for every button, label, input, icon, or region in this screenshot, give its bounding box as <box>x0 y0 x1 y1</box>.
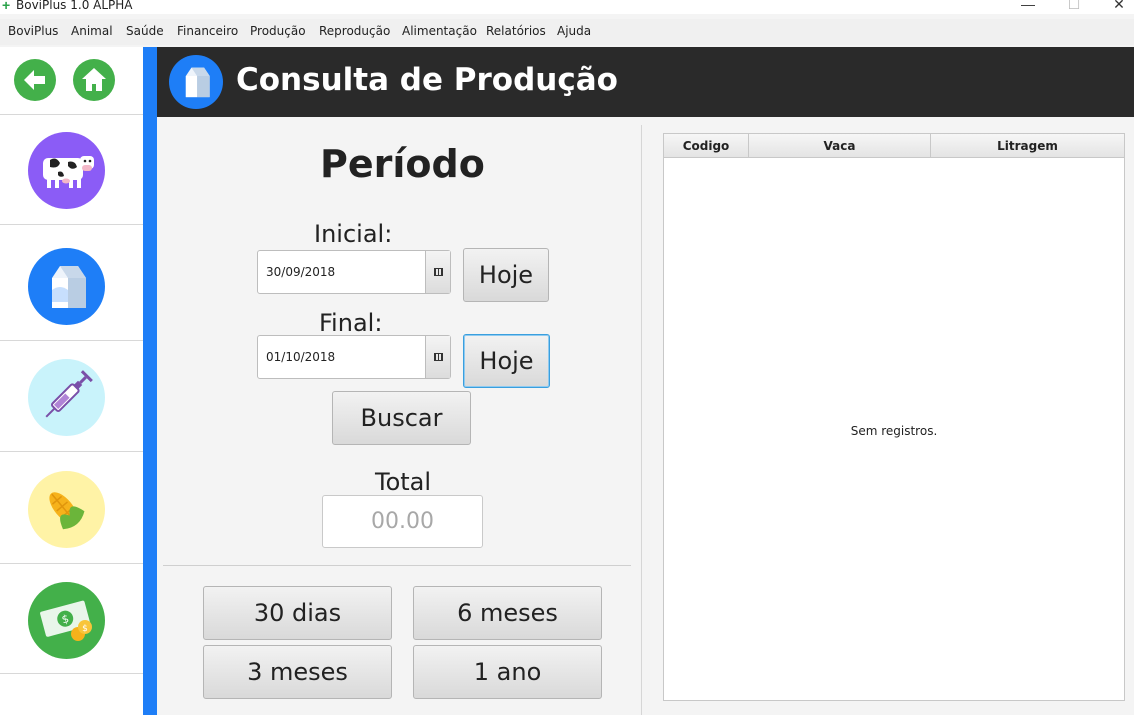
range-6-months-button[interactable]: 6 meses <box>413 586 602 640</box>
final-today-button[interactable]: Hoje <box>463 334 550 388</box>
range-1-year-button[interactable]: 1 ano <box>413 645 602 699</box>
total-field[interactable]: 00.00 <box>322 495 483 548</box>
sidebar: $ $ <box>0 47 143 715</box>
empty-table-message: Sem registros. <box>850 424 938 438</box>
milk-carton-icon <box>28 248 105 325</box>
page-header: Consulta de Produção <box>157 47 1134 117</box>
syringe-icon <box>28 359 105 436</box>
sidebar-item-financeiro[interactable]: $ $ <box>0 564 143 674</box>
back-button[interactable] <box>14 59 56 101</box>
menu-animal[interactable]: Animal <box>71 24 113 38</box>
initial-date-label: Inicial: <box>314 220 393 248</box>
sidebar-item-producao[interactable] <box>0 225 143 341</box>
menu-ajuda[interactable]: Ajuda <box>557 24 591 38</box>
svg-text:$: $ <box>82 624 88 634</box>
window-title: BoviPlus 1.0 ALPHA <box>16 0 133 12</box>
initial-today-button[interactable]: Hoje <box>463 248 549 302</box>
menu-financeiro[interactable]: Financeiro <box>177 24 238 38</box>
initial-date-picker[interactable]: 30/09/2018 <box>257 250 451 294</box>
total-label: Total <box>375 468 432 496</box>
menu-producao[interactable]: Produção <box>250 24 306 38</box>
milk-carton-icon <box>169 55 223 109</box>
arrow-left-icon <box>24 70 45 90</box>
minimize-button[interactable]: — <box>1018 0 1038 13</box>
panel-divider <box>641 125 642 715</box>
sidebar-item-animal[interactable] <box>0 115 143 225</box>
home-button[interactable] <box>73 59 115 101</box>
menu-bar: BoviPlus Animal Saúde Financeiro Produçã… <box>0 19 1134 45</box>
app-plus-icon: + <box>2 0 11 13</box>
menu-boviplus[interactable]: BoviPlus <box>8 24 58 38</box>
final-date-value[interactable]: 01/10/2018 <box>266 350 335 364</box>
initial-calendar-button[interactable] <box>425 251 450 293</box>
range-3-months-button[interactable]: 3 meses <box>203 645 392 699</box>
cow-icon <box>28 132 105 209</box>
column-header-codigo[interactable]: Codigo <box>664 134 749 158</box>
window-title-bar: + BoviPlus 1.0 ALPHA — ☐ ✕ <box>0 0 1134 14</box>
sidebar-item-alimentacao[interactable] <box>0 452 143 564</box>
initial-date-value[interactable]: 30/09/2018 <box>266 265 335 279</box>
close-button[interactable]: ✕ <box>1109 0 1129 13</box>
sidebar-accent-strip <box>143 47 157 715</box>
final-calendar-button[interactable] <box>425 336 450 378</box>
production-table[interactable]: Codigo Vaca Litragem Sem registros. <box>663 133 1125 701</box>
page-title: Consulta de Produção <box>236 62 618 98</box>
range-30-days-button[interactable]: 30 dias <box>203 586 392 640</box>
sidebar-item-saude[interactable] <box>0 341 143 452</box>
corn-icon <box>28 471 105 548</box>
calendar-icon <box>434 353 443 361</box>
form-divider <box>163 565 631 566</box>
menu-alimentacao[interactable]: Alimentação <box>402 24 477 38</box>
menu-relatorios[interactable]: Relatórios <box>486 24 546 38</box>
calendar-icon <box>434 268 443 276</box>
column-header-litragem[interactable]: Litragem <box>931 134 1124 158</box>
table-header: Codigo Vaca Litragem <box>664 134 1124 158</box>
menu-saude[interactable]: Saúde <box>126 24 164 38</box>
final-date-label: Final: <box>319 309 383 337</box>
final-date-picker[interactable]: 01/10/2018 <box>257 335 451 379</box>
home-icon <box>82 68 106 91</box>
money-icon: $ $ <box>28 582 105 659</box>
column-header-vaca[interactable]: Vaca <box>749 134 931 158</box>
menu-reproducao[interactable]: Reprodução <box>319 24 390 38</box>
maximize-button[interactable]: ☐ <box>1064 0 1084 13</box>
period-heading: Período <box>320 142 485 186</box>
search-button[interactable]: Buscar <box>332 391 471 445</box>
sidebar-top-row <box>0 47 143 115</box>
